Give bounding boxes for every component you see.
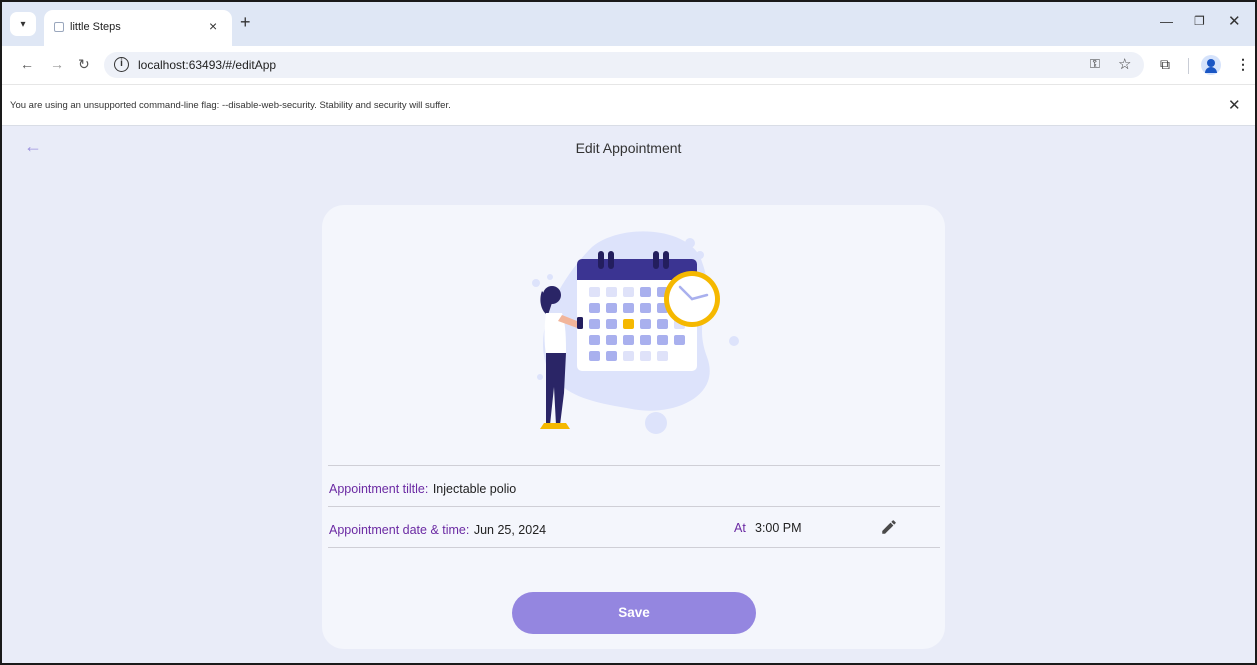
key-icon[interactable]: ⚿ (1090, 56, 1100, 72)
appointment-date-row: Appointment date & time: Jun 25, 2024 (329, 521, 546, 539)
browser-window: ▾ little Steps × + — ❐ ✕ ← → ↻ i localho… (0, 0, 1257, 665)
address-bar[interactable]: i localhost:63493/#/editApp ⚿ ☆ (104, 52, 1144, 78)
title-value[interactable]: Injectable polio (433, 482, 516, 496)
time-value[interactable]: 3:00 PM (755, 521, 802, 535)
infobar-message: You are using an unsupported command-lin… (10, 100, 451, 111)
tab-strip: ▾ little Steps × + — ❐ ✕ (2, 2, 1255, 46)
reload-icon[interactable]: ↻ (78, 56, 90, 73)
restore-icon[interactable]: ❐ (1194, 14, 1205, 28)
tab-favicon-icon (54, 22, 64, 32)
warning-infobar: You are using an unsupported command-lin… (2, 84, 1255, 126)
forward-icon[interactable]: → (50, 56, 64, 72)
divider (328, 465, 940, 466)
calendar-illustration (532, 231, 739, 434)
at-label: At (734, 521, 746, 535)
tab-title: little Steps (70, 21, 121, 33)
back-icon[interactable]: ← (20, 56, 34, 72)
browser-tab[interactable]: little Steps × (44, 10, 232, 46)
star-icon[interactable]: ☆ (1118, 55, 1131, 73)
profile-icon[interactable] (1201, 55, 1221, 75)
close-icon[interactable]: ✕ (1228, 96, 1241, 114)
extensions-icon[interactable]: ⧉ (1160, 56, 1170, 73)
more-icon[interactable]: ⋮ (1236, 56, 1250, 73)
dropdown-icon: ▾ (20, 18, 26, 30)
window-close-icon[interactable]: ✕ (1228, 12, 1241, 30)
date-label: Appointment date & time: (329, 523, 470, 537)
plus-icon[interactable]: + (240, 12, 251, 33)
divider (328, 547, 940, 548)
title-label: Appointment tiltle: (329, 482, 429, 496)
close-icon[interactable]: × (209, 18, 217, 34)
url-text[interactable]: localhost:63493/#/editApp (138, 58, 276, 72)
tab-search-button[interactable]: ▾ (10, 12, 36, 36)
minimize-icon[interactable]: — (1160, 14, 1173, 29)
info-icon[interactable]: i (114, 57, 129, 72)
appointment-title-row: Appointment tiltle: Injectable polio (329, 480, 516, 498)
divider (328, 506, 940, 507)
browser-toolbar: ← → ↻ i localhost:63493/#/editApp ⚿ ☆ ⧉ … (2, 46, 1255, 84)
pencil-icon[interactable] (880, 518, 898, 536)
app-screen: ← Edit Appointment Appointment tiltle: I… (2, 126, 1255, 663)
appointment-card: Appointment tiltle: Injectable polio App… (322, 205, 945, 649)
date-value[interactable]: Jun 25, 2024 (474, 523, 546, 537)
toolbar-separator (1188, 58, 1189, 74)
save-button[interactable]: Save (512, 592, 756, 634)
page-title: Edit Appointment (575, 140, 682, 156)
